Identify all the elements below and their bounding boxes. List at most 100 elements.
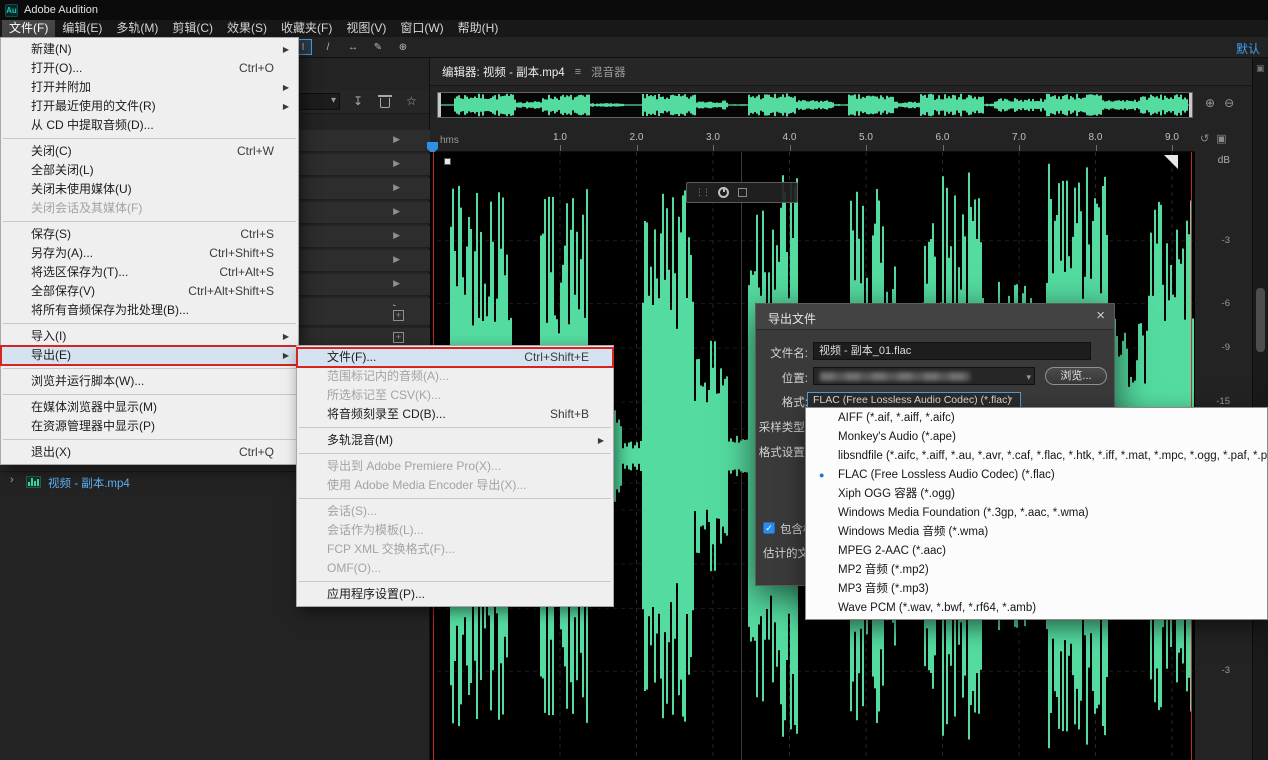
hud-box-icon[interactable] (738, 188, 747, 197)
fade-out-handle[interactable] (1164, 155, 1178, 169)
format-settings-label: 格式设置: (758, 447, 808, 459)
file-menu-item-15[interactable]: 将所有音频保存为批处理(B)... (1, 301, 298, 320)
format-option-8[interactable]: MP2 音频 (*.mp2) (806, 561, 1267, 580)
waveform-overview[interactable] (437, 92, 1193, 118)
file-menu-item-14[interactable]: 全部保存(V) Ctrl+Alt+Shift+S (1, 282, 298, 301)
format-option-7[interactable]: MPEG 2-AAC (*.aac) (806, 542, 1267, 561)
submenu-arrow-icon: ▶ (282, 45, 289, 54)
tool-icon-2[interactable]: ↔ (344, 39, 362, 55)
format-option-5[interactable]: Windows Media Foundation (*.3gp, *.aac, … (806, 504, 1267, 523)
include-markers-checkbox[interactable]: ✓ (763, 522, 775, 534)
scrollbar-option-icon[interactable]: ▣ (1256, 63, 1265, 74)
expander-icon[interactable]: › (10, 474, 14, 486)
file-menu-item-25[interactable]: 退出(X) Ctrl+Q (1, 443, 298, 462)
tool-icon-1[interactable]: / (319, 39, 337, 55)
menubar-item-1[interactable]: 编辑(E) (55, 20, 109, 37)
menubar-item-2[interactable]: 多轨(M) (109, 20, 165, 37)
format-option-2[interactable]: libsndfile (*.aifc, *.aiff, *.au, *.avr,… (806, 447, 1267, 466)
file-menu-item-2[interactable]: 打开并附加 ▶ (1, 78, 298, 97)
file-menu-item-9: 关闭会话及其媒体(F) (1, 199, 298, 218)
close-icon[interactable]: × (1096, 307, 1105, 324)
trash-icon[interactable] (378, 95, 392, 108)
file-menu-item-23[interactable]: 在资源管理器中显示(P) (1, 417, 298, 436)
filename-input[interactable]: 视频 - 副本_01.flac (813, 342, 1091, 360)
file-menu-item-6[interactable]: 关闭(C) Ctrl+W (1, 142, 298, 161)
format-option-4[interactable]: Xiph OGG 容器 (*.ogg) (806, 485, 1267, 504)
browse-button[interactable]: 浏览... (1045, 367, 1107, 385)
location-label: 位置: (781, 373, 808, 385)
file-menu-item-22[interactable]: 在媒体浏览器中显示(M) (1, 398, 298, 417)
file-menu-item-12[interactable]: 另存为(A)... Ctrl+Shift+S (1, 244, 298, 263)
file-menu-item-11[interactable]: 保存(S) Ctrl+S (1, 225, 298, 244)
tab-editor[interactable]: 编辑器: 视频 - 副本.mp4 (442, 64, 565, 80)
tool-icon-3[interactable]: ✎ (369, 39, 387, 55)
rack-slot-arrow-icon: ▶ (393, 254, 400, 264)
menubar-item-5[interactable]: 收藏夹(F) (274, 20, 339, 37)
format-option-6[interactable]: Windows Media 音频 (*.wma) (806, 523, 1267, 542)
ruler-tick-mark (1019, 145, 1020, 151)
file-menu-item-13[interactable]: 将选区保存为(T)... Ctrl+Alt+S (1, 263, 298, 282)
menubar-item-4[interactable]: 效果(S) (220, 20, 274, 37)
export-submenu-item-15[interactable]: 应用程序设置(P)... (297, 585, 613, 604)
format-option-1[interactable]: Monkey's Audio (*.ape) (806, 428, 1267, 447)
format-option-3[interactable]: ● FLAC (Free Lossless Audio Codec) (*.fla… (806, 466, 1267, 485)
import-icon[interactable]: ↧ (353, 94, 363, 109)
dialog-titlebar[interactable]: 导出文件 × (756, 304, 1114, 330)
zoom-out-icon[interactable]: ⊖ (1224, 96, 1234, 110)
file-menu-item-0[interactable]: 新建(N) ▶ (1, 40, 298, 59)
export-submenu-item-12: FCP XML 交换格式(F)... (297, 540, 613, 559)
file-menu-item-8[interactable]: 关闭未使用媒体(U) (1, 180, 298, 199)
file-menu-item-label: 浏览并运行脚本(W)... (31, 374, 145, 388)
export-submenu-item-3[interactable]: 将音频刻录至 CD(B)... Shift+B (297, 405, 613, 424)
menubar-item-7[interactable]: 窗口(W) (393, 20, 450, 37)
zoom-in-icon[interactable]: ⊕ (1205, 96, 1215, 110)
rack-slot-arrow-icon: ▶ (393, 182, 400, 192)
file-menu-item-17[interactable]: 导入(I) ▶ (1, 327, 298, 346)
export-submenu-item-label: 范围标记内的音频(A)... (327, 369, 449, 383)
export-submenu-item-1: 范围标记内的音频(A)... (297, 367, 613, 386)
scrollbar-thumb[interactable] (1256, 288, 1265, 352)
menubar-item-3[interactable]: 剪辑(C) (165, 20, 220, 37)
menubar-item-0[interactable]: 文件(F) (2, 20, 56, 37)
shortcut-label: Ctrl+Alt+Shift+S (188, 284, 274, 298)
export-submenu-item-label: 多轨混音(M) (327, 433, 393, 447)
star-icon[interactable]: ☆ (406, 94, 417, 109)
format-option-9[interactable]: MP3 音频 (*.mp3) (806, 580, 1267, 599)
file-menu-separator (3, 323, 296, 324)
hud-grip-icon[interactable]: ⋮⋮ (695, 187, 711, 198)
location-combo[interactable]: ▾ (813, 367, 1035, 385)
export-submenu-item-label: 文件(F)... (327, 350, 377, 364)
file-menu-item-20[interactable]: 浏览并运行脚本(W)... (1, 372, 298, 391)
file-name: 视频 - 副本.mp4 (48, 478, 130, 490)
format-option-label: Xiph OGG 容器 (*.ogg) (838, 488, 955, 500)
fade-in-handle[interactable] (444, 158, 451, 165)
volume-hud[interactable]: ⋮⋮ (686, 182, 798, 203)
file-menu-item-4[interactable]: 从 CD 中提取音频(D)... (1, 116, 298, 135)
format-option-0[interactable]: AIFF (*.aif, *.aiff, *.aifc) (806, 409, 1267, 428)
file-menu-item-18[interactable]: 导出(E) ▶ (0, 345, 299, 366)
tab-mixer[interactable]: 混音器 (591, 64, 626, 80)
file-menu-item-1[interactable]: 打开(O)... Ctrl+O (1, 59, 298, 78)
format-option-10[interactable]: Wave PCM (*.wav, *.bwf, *.rf64, *.amb) (806, 599, 1267, 618)
menubar-item-8[interactable]: 帮助(H) (451, 20, 506, 37)
workspace-switcher[interactable]: 默认 (1236, 40, 1260, 57)
file-menu-item-3[interactable]: 打开最近使用的文件(R) ▶ (1, 97, 298, 116)
export-submenu-item-0[interactable]: 文件(F)... Ctrl+Shift+E (296, 347, 614, 368)
export-submenu-separator (299, 453, 611, 454)
file-menu-item-7[interactable]: 全部关闭(L) (1, 161, 298, 180)
undo-zoom-icon[interactable]: ↺ (1200, 132, 1209, 145)
panel-menu-icon[interactable]: ≡ (575, 66, 581, 78)
file-menu-item-label: 导出(E) (31, 348, 71, 362)
volume-knob-icon[interactable] (718, 187, 729, 198)
tool-icon-4[interactable]: ⊕ (394, 39, 412, 55)
panel-option-icon[interactable]: ▣ (1216, 132, 1226, 145)
format-option-label: Windows Media 音频 (*.wma) (838, 526, 989, 538)
filename-label: 文件名: (770, 348, 808, 360)
ruler-tick-mark (636, 145, 638, 151)
ruler-tick-label: 2.0 (629, 132, 644, 143)
ruler-tick-label: 5.0 (859, 132, 873, 143)
file-menu-item-label: 保存(S) (31, 227, 71, 241)
export-submenu-item-5[interactable]: 多轨混音(M) ▶ (297, 431, 613, 450)
menubar-item-6[interactable]: 视图(V) (339, 20, 393, 37)
timeline-ruler[interactable]: hms 1.0 2.0 3.0 4.0 5.0 6.0 7.0 8.0 9.0 (430, 128, 1195, 152)
